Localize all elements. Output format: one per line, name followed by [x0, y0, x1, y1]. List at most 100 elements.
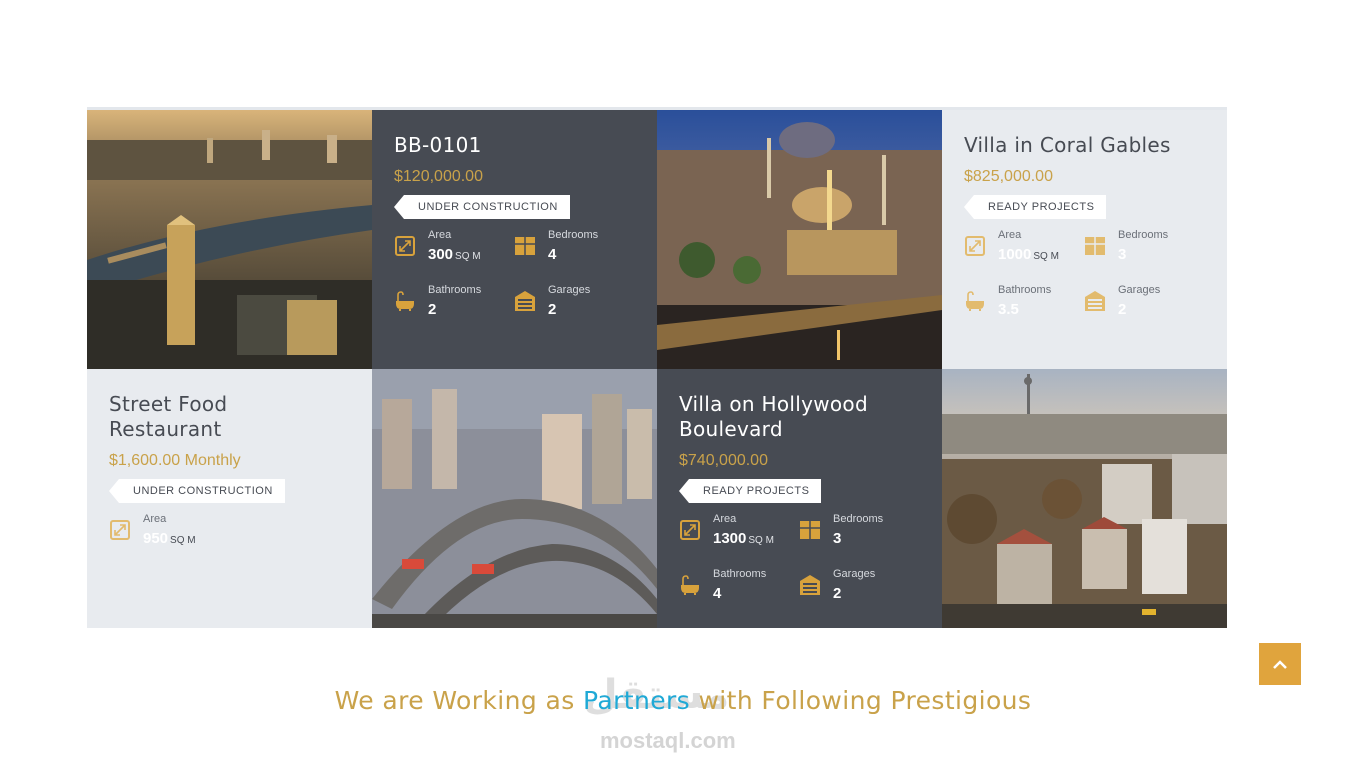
status-badge: READY PROJECTS [963, 195, 1107, 219]
status-badge: READY PROJECTS [678, 479, 822, 503]
status-badge: UNDER CONSTRUCTION [394, 195, 570, 219]
listing-title-line1: Villa on Hollywood [679, 392, 868, 416]
spec-value: 2 [428, 301, 437, 318]
spec-area: Area 950 SQ M [109, 513, 229, 550]
listing-card-villa-coral-gables[interactable]: Villa in Coral Gables $825,000.00 READY … [942, 110, 1227, 369]
garage-icon [515, 291, 535, 311]
spec-label: Area [713, 513, 737, 525]
skyline-photo-image [87, 110, 372, 369]
spec-value: 4 [713, 585, 722, 602]
listing-card-bb-0101[interactable]: BB-0101 $120,000.00 UNDER CONSTRUCTION A… [372, 110, 657, 369]
spec-value: 1000 SQ M [998, 246, 1059, 266]
listing-title[interactable]: Villa on Hollywood Boulevard [679, 392, 920, 442]
resize-arrow-icon [965, 236, 985, 256]
scroll-to-top-button[interactable] [1259, 643, 1301, 685]
listing-title-line1: Street Food [109, 392, 228, 416]
spec-label: Bedrooms [833, 513, 884, 525]
bathtub-icon [966, 291, 984, 311]
spec-value: 2 [833, 585, 842, 602]
resize-arrow-icon [680, 520, 700, 540]
spec-value: 950 SQ M [143, 530, 196, 550]
listing-card-street-food-restaurant[interactable]: Street Food Restaurant $1,600.00 Monthly … [87, 369, 372, 628]
spec-label: Garages [1118, 284, 1161, 296]
property-photo-highway[interactable] [372, 369, 657, 628]
bed-icon [1085, 237, 1105, 255]
spec-value: 4 [548, 246, 557, 263]
spec-bathrooms: Bathrooms 4 [679, 568, 799, 603]
garage-icon [1085, 291, 1105, 311]
status-badge: UNDER CONSTRUCTION [109, 479, 285, 503]
garage-icon [800, 575, 820, 595]
spec-value: 3 [1118, 246, 1127, 263]
area-value: 1000 [998, 246, 1032, 263]
spec-area: Area 1300 SQ M [679, 513, 799, 550]
watermark-text: mostaql.com [600, 728, 736, 753]
spec-area: Area 300 SQ M [394, 229, 514, 266]
spec-bedrooms: Bedrooms 4 [514, 229, 634, 266]
resize-arrow-icon [110, 520, 130, 540]
highway-photo-image [372, 369, 657, 628]
spec-garages: Garages 2 [799, 568, 919, 603]
spec-value: 300 SQ M [428, 246, 481, 266]
partners-heading-after: with Following Prestigious [690, 686, 1032, 715]
property-photo-skyline[interactable] [87, 110, 372, 369]
spec-label: Bedrooms [548, 229, 599, 241]
partners-heading: We are Working as Partners with Followin… [0, 686, 1366, 715]
spec-label: Bedrooms [1118, 229, 1169, 241]
listing-specs: Area 950 SQ M [109, 513, 350, 550]
spec-label: Bathrooms [713, 568, 767, 580]
spec-label: Area [998, 229, 1022, 241]
listing-specs: Area 1300 SQ M Bedrooms 3 Bathrooms 4 Garage… [679, 513, 920, 603]
spec-label: Garages [548, 284, 591, 296]
property-photo-residential[interactable] [942, 369, 1227, 628]
spec-garages: Garages 2 [1084, 284, 1204, 319]
spec-value: 2 [1118, 301, 1127, 318]
spec-value: 2 [548, 301, 557, 318]
bed-icon [800, 521, 820, 539]
spec-value: 1300 SQ M [713, 530, 774, 550]
listing-price: $1,600.00 Monthly [109, 452, 241, 469]
property-photo-mosque[interactable] [657, 110, 942, 369]
listing-title[interactable]: Villa in Coral Gables [964, 133, 1205, 158]
bathtub-icon [681, 575, 699, 595]
bathtub-icon [396, 291, 414, 311]
area-value: 950 [143, 530, 169, 547]
area-unit: SQ M [170, 535, 196, 546]
spec-label: Area [428, 229, 452, 241]
partners-heading-highlight: Partners [583, 686, 691, 715]
area-value: 300 [428, 246, 454, 263]
spec-label: Bathrooms [998, 284, 1052, 296]
page: BB-0101 $120,000.00 UNDER CONSTRUCTION A… [0, 0, 1366, 768]
listing-specs: Area 1000 SQ M Bedrooms 3 Bathrooms 3.5 Gara… [964, 229, 1205, 319]
listing-price: $825,000.00 [964, 168, 1053, 185]
spec-label: Bathrooms [428, 284, 482, 296]
listing-title-line2: Restaurant [109, 417, 222, 441]
area-unit: SQ M [748, 535, 774, 546]
partners-heading-before: We are Working as [334, 686, 583, 715]
spec-bathrooms: Bathrooms 3.5 [964, 284, 1084, 319]
spec-bedrooms: Bedrooms 3 [799, 513, 919, 550]
listing-price: $120,000.00 [394, 168, 483, 185]
spec-bedrooms: Bedrooms 3 [1084, 229, 1204, 266]
area-unit: SQ M [1033, 251, 1059, 262]
spec-value: 3 [833, 530, 842, 547]
listing-price: $740,000.00 [679, 452, 768, 469]
listing-card-villa-hollywood-boulevard[interactable]: Villa on Hollywood Boulevard $740,000.00 … [657, 369, 942, 628]
listings-grid: BB-0101 $120,000.00 UNDER CONSTRUCTION A… [87, 110, 1227, 628]
spec-bathrooms: Bathrooms 2 [394, 284, 514, 319]
spec-area: Area 1000 SQ M [964, 229, 1084, 266]
spec-label: Garages [833, 568, 876, 580]
area-unit: SQ M [455, 251, 481, 262]
spec-value: 3.5 [998, 301, 1019, 318]
residential-photo-image [942, 369, 1227, 628]
listing-title-line2: Boulevard [679, 417, 783, 441]
resize-arrow-icon [395, 236, 415, 256]
mosque-photo-image [657, 110, 942, 369]
spec-label: Area [143, 513, 167, 525]
listing-title[interactable]: Street Food Restaurant [109, 392, 350, 442]
spec-garages: Garages 2 [514, 284, 634, 319]
listing-title[interactable]: BB-0101 [394, 133, 635, 158]
bed-icon [515, 237, 535, 255]
listing-specs: Area 300 SQ M Bedrooms 4 Bathrooms 2 Garages… [394, 229, 635, 319]
chevron-up-icon [1273, 660, 1287, 669]
